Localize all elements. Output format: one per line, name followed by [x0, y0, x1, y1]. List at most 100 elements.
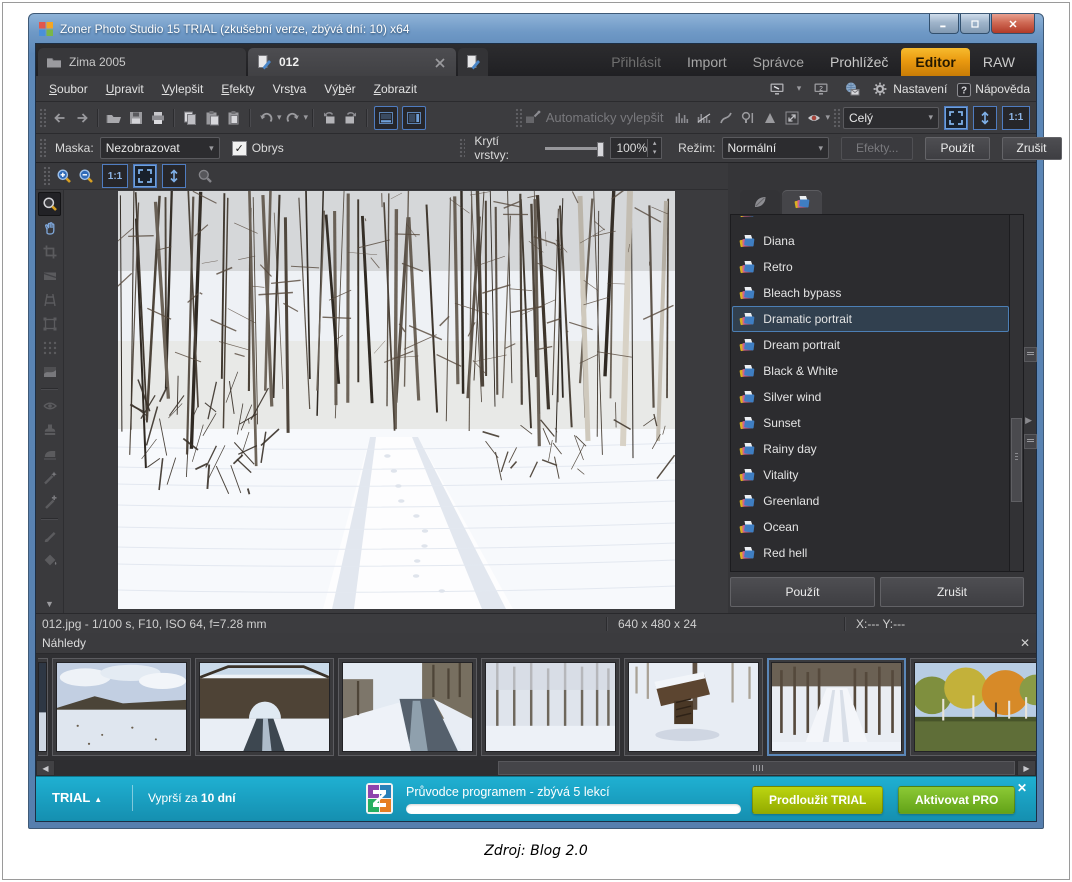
zoom-level-select[interactable]: Celý▾: [843, 107, 939, 129]
redo-button[interactable]: [282, 107, 304, 129]
thumbnail-frozen-stream[interactable]: [338, 658, 477, 756]
effect-item-lomo[interactable]: Lomo: [732, 215, 1009, 228]
thumbnail-wooden-feeder[interactable]: [624, 658, 763, 756]
thumbnail-snowy-path[interactable]: [767, 658, 906, 756]
activate-pro-button[interactable]: Aktivovat PRO: [898, 786, 1015, 814]
save-button[interactable]: [125, 107, 147, 129]
mask-apply-button[interactable]: Použít: [925, 137, 989, 160]
effect-item-bleach-bypass[interactable]: Bleach bypass: [732, 280, 1009, 306]
mesh-warp-tool[interactable]: [38, 336, 61, 360]
sharpen-button[interactable]: [759, 107, 781, 129]
fit-to-screen-button[interactable]: [944, 106, 968, 130]
outline-checkbox[interactable]: ✓: [232, 141, 247, 156]
scrollbar-thumb[interactable]: [1011, 418, 1022, 502]
clone-stamp-tool[interactable]: [38, 418, 61, 442]
effect-item-red-hell[interactable]: Red hell: [732, 540, 1009, 566]
red-eye-button[interactable]: [803, 107, 825, 129]
panel-tab-develop[interactable]: [740, 190, 780, 214]
effect-item-greenland[interactable]: Greenland: [732, 488, 1009, 514]
auto-enhance-button[interactable]: Automaticky vylepšit: [546, 110, 664, 125]
effects-cancel-button[interactable]: Zrušit: [880, 577, 1024, 607]
nav-raw[interactable]: RAW: [970, 48, 1028, 76]
smoothing-tool[interactable]: [38, 442, 61, 466]
menu-vylepsit[interactable]: Vylepšit: [153, 78, 213, 100]
paintbrush-tool[interactable]: [38, 524, 61, 548]
maskbar-grip[interactable]: [459, 138, 465, 158]
fit-height-button[interactable]: [162, 164, 186, 188]
thumbnail-stone-bridge[interactable]: [195, 658, 334, 756]
undo-button[interactable]: [255, 107, 277, 129]
editor-canvas[interactable]: [64, 190, 728, 613]
effect-item-retro[interactable]: Retro: [732, 254, 1009, 280]
panel-scroll-button[interactable]: [1024, 434, 1037, 449]
curve-button[interactable]: [715, 107, 737, 129]
chevron-down-icon[interactable]: ▾: [304, 112, 309, 123]
nav-editor[interactable]: Editor: [901, 48, 969, 76]
levels2-button[interactable]: [693, 107, 715, 129]
zoom-tool[interactable]: [38, 192, 61, 216]
print-button[interactable]: [147, 107, 169, 129]
opacity-slider-handle[interactable]: [597, 142, 604, 157]
thumbnail-autumn-trees[interactable]: [910, 658, 1036, 756]
panel-scroll-button[interactable]: [1024, 347, 1037, 362]
view-v-button[interactable]: [402, 106, 426, 130]
tab-close-icon[interactable]: [432, 55, 446, 69]
trialbar-close-icon[interactable]: ✕: [1017, 781, 1027, 795]
opacity-slider[interactable]: [545, 147, 603, 150]
nav-spravce[interactable]: Správce: [740, 48, 817, 76]
extend-trial-button[interactable]: Prodloužit TRIAL: [752, 786, 883, 814]
trial-menu-button[interactable]: TRIAL▲: [52, 790, 102, 805]
maskbar-grip[interactable]: [39, 138, 46, 158]
menu-vrstva[interactable]: Vrstva: [264, 78, 316, 100]
one-to-one-button[interactable]: 1:1: [1002, 106, 1030, 130]
open-folder-button[interactable]: [103, 107, 125, 129]
new-editor-tab-button[interactable]: [458, 48, 488, 76]
navigator-button[interactable]: [194, 165, 216, 187]
tab-editor-012[interactable]: 012: [248, 48, 456, 76]
blend-mode-select[interactable]: Normální▾: [722, 137, 830, 159]
effects-button[interactable]: Efekty...: [841, 137, 913, 160]
forward-arrow-button[interactable]: [71, 107, 93, 129]
restore-button[interactable]: [960, 14, 990, 34]
fit-to-screen-button[interactable]: [133, 164, 157, 188]
effects-list-scrollbar[interactable]: [1009, 215, 1023, 571]
menu-upravit[interactable]: Upravit: [97, 78, 153, 100]
scroll-left-arrow[interactable]: ◀: [36, 760, 55, 776]
paste-button[interactable]: [201, 107, 223, 129]
effect-item-caffe[interactable]: Caffe: [732, 566, 1009, 572]
minimize-button[interactable]: [929, 14, 959, 34]
effect-item-sunset[interactable]: Sunset: [732, 410, 1009, 436]
thumbnail-snowy-meadow[interactable]: [52, 658, 191, 756]
pan-tool[interactable]: [38, 216, 61, 240]
menu-zobrazit[interactable]: Zobrazit: [365, 78, 426, 100]
chevron-down-icon[interactable]: ▾: [797, 83, 802, 94]
crop-tool[interactable]: [38, 240, 61, 264]
effect-brush-tool[interactable]: [38, 490, 61, 514]
paste-special-button[interactable]: [223, 107, 245, 129]
thumbnail-snowy-forest[interactable]: [481, 658, 620, 756]
photo-winter-forest[interactable]: [118, 191, 675, 609]
thumbnail-partial[interactable]: [38, 658, 48, 756]
copy-button[interactable]: [179, 107, 201, 129]
rotate-left-button[interactable]: [318, 107, 340, 129]
zoombar-grip[interactable]: [43, 166, 50, 186]
menu-efekty[interactable]: Efekty: [212, 78, 263, 100]
effect-item-ocean[interactable]: Ocean: [732, 514, 1009, 540]
nav-prohlizec[interactable]: Prohlížeč: [817, 48, 901, 76]
scrollbar-thumb[interactable]: [498, 761, 1015, 775]
zoom-out-button[interactable]: [75, 165, 97, 187]
effect-item-diana[interactable]: Diana: [732, 228, 1009, 254]
monitor-preview-button[interactable]: [766, 78, 788, 100]
spinner-arrows[interactable]: ▴▾: [647, 139, 661, 157]
share-button[interactable]: [841, 78, 863, 100]
opacity-spinner[interactable]: 100% ▴▾: [610, 137, 662, 159]
titlebar[interactable]: Zoner Photo Studio 15 TRIAL (zkušební ve…: [29, 14, 1043, 43]
toolbar-grip[interactable]: [833, 108, 840, 128]
close-button[interactable]: [991, 14, 1035, 34]
rotate-right-button[interactable]: [340, 107, 362, 129]
panel-collapse-arrow[interactable]: ▶: [1025, 415, 1032, 426]
panel-tab-quick-filters[interactable]: [782, 190, 822, 214]
previews-close-icon[interactable]: ✕: [1020, 636, 1030, 650]
menu-vyber[interactable]: Výběr: [315, 78, 364, 100]
scrollbar-track[interactable]: [55, 760, 1017, 776]
